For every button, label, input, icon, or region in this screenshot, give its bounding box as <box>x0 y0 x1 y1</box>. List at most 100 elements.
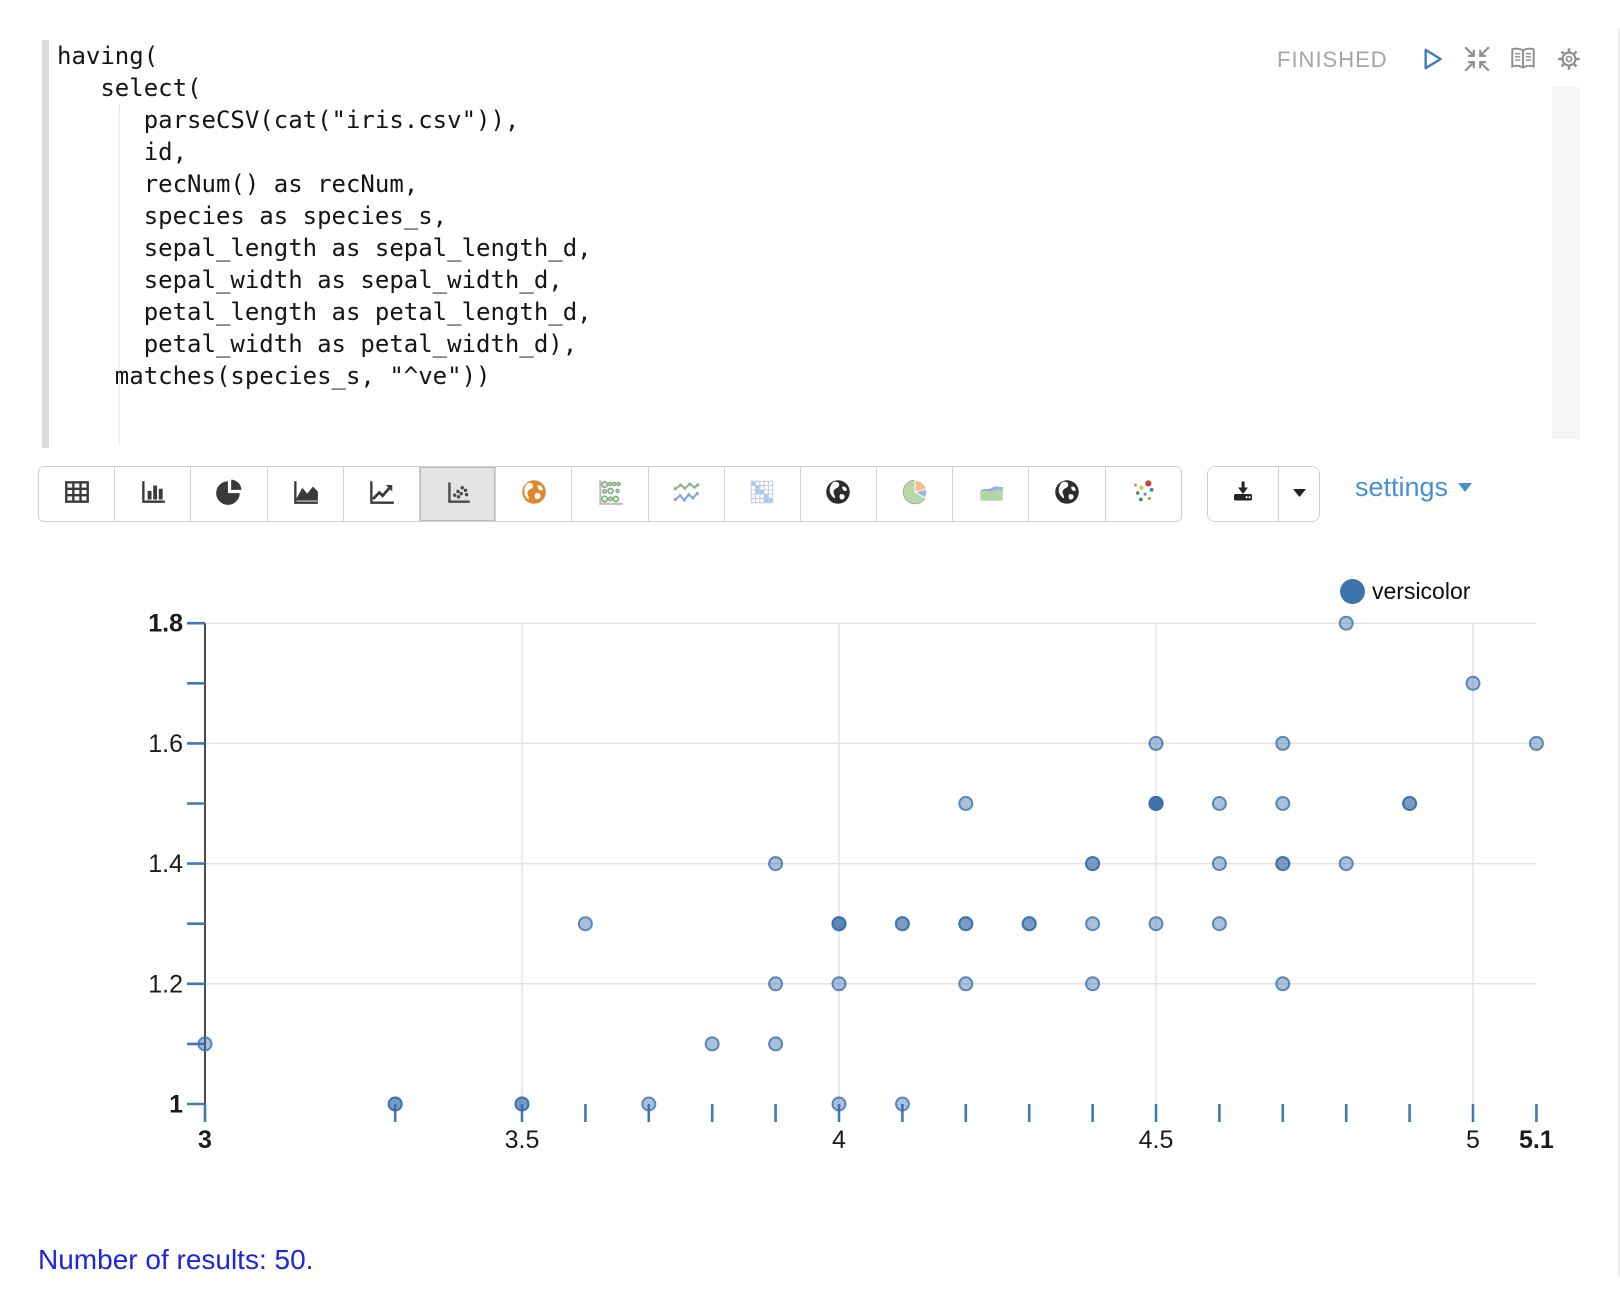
y-axis-label: 1.6 <box>148 730 183 758</box>
data-point[interactable] <box>959 977 972 990</box>
x-axis-label: 5.1 <box>1519 1126 1554 1154</box>
legend-label: versicolor <box>1372 578 1470 605</box>
play-icon[interactable] <box>1416 44 1446 74</box>
settings-control[interactable]: settings <box>1355 472 1473 503</box>
toolbar-globe-dark-button[interactable] <box>801 467 877 521</box>
download-button[interactable] <box>1208 467 1279 521</box>
data-point[interactable] <box>1403 797 1416 810</box>
line-chart-icon <box>366 477 396 512</box>
book-icon[interactable] <box>1508 44 1538 74</box>
chart-type-toolbar <box>38 466 1182 522</box>
toolbar-stacked-area-button[interactable] <box>953 467 1029 521</box>
legend-item-versicolor[interactable]: versicolor <box>1340 578 1470 605</box>
legend-dot-icon <box>1340 579 1365 604</box>
toolbar-color-scatter-button[interactable] <box>1106 467 1181 521</box>
compress-icon[interactable] <box>1462 44 1492 74</box>
data-point[interactable] <box>1340 857 1353 870</box>
y-axis-label: 1.8 <box>148 610 183 638</box>
toolbar-pie-chart-button[interactable] <box>191 467 267 521</box>
scatter-plot-icon <box>443 477 473 512</box>
data-point[interactable] <box>769 1037 782 1050</box>
data-point[interactable] <box>1276 857 1289 870</box>
toolbar-globe-orange-button[interactable] <box>496 467 572 521</box>
data-point[interactable] <box>579 917 592 930</box>
data-point[interactable] <box>896 917 909 930</box>
toolbar-line-chart-button[interactable] <box>344 467 420 521</box>
area-chart-icon <box>290 477 320 512</box>
data-point[interactable] <box>896 1098 909 1111</box>
data-point[interactable] <box>1276 977 1289 990</box>
heatmap-grid-icon <box>747 477 777 512</box>
stacked-area-icon <box>976 477 1006 512</box>
data-point[interactable] <box>199 1037 212 1050</box>
bubble-matrix-icon <box>595 477 625 512</box>
caret-down-icon <box>1292 485 1307 503</box>
x-axis-label: 5 <box>1466 1126 1480 1154</box>
toolbar-pie-pastel-button[interactable] <box>877 467 953 521</box>
data-point[interactable] <box>1150 737 1163 750</box>
data-point[interactable] <box>1276 737 1289 750</box>
data-point[interactable] <box>769 977 782 990</box>
caret-down-icon <box>1457 482 1473 493</box>
toolbar-globe-dark-2-button[interactable] <box>1029 467 1105 521</box>
editor-actions <box>1416 44 1584 74</box>
data-point[interactable] <box>769 857 782 870</box>
x-axis-label: 4.5 <box>1139 1126 1174 1154</box>
toolbar-heatmap-grid-button[interactable] <box>725 467 801 521</box>
bar-chart-icon <box>138 477 168 512</box>
data-point[interactable] <box>959 917 972 930</box>
scatter-chart: 3 3.5 4 4.5 5 5.1 1 1.2 1.4 1.6 1.8 <box>0 540 1620 1200</box>
download-icon <box>1229 478 1257 511</box>
editor-gutter-bar <box>42 40 49 448</box>
export-caret-button[interactable] <box>1279 467 1319 521</box>
x-axis-label: 3 <box>198 1126 212 1154</box>
data-point[interactable] <box>1276 797 1289 810</box>
export-group <box>1207 466 1320 522</box>
toolbar-bubble-matrix-button[interactable] <box>572 467 648 521</box>
data-point[interactable] <box>1150 917 1163 930</box>
data-point[interactable] <box>1086 977 1099 990</box>
data-point[interactable] <box>1086 857 1099 870</box>
toolbar-multi-line-chart-button[interactable] <box>649 467 725 521</box>
globe-dark-icon <box>823 477 853 512</box>
status-badge: FINISHED <box>1277 47 1388 73</box>
data-point[interactable] <box>1213 857 1226 870</box>
data-point[interactable] <box>389 1098 402 1111</box>
y-axis-label: 1.4 <box>148 850 183 878</box>
data-point[interactable] <box>1150 797 1163 810</box>
data-point[interactable] <box>1086 917 1099 930</box>
pie-pastel-icon <box>900 477 930 512</box>
y-axis-label: 1 <box>169 1091 183 1119</box>
table-icon <box>62 477 92 512</box>
data-point[interactable] <box>1340 617 1353 630</box>
data-point[interactable] <box>706 1037 719 1050</box>
code-editor[interactable]: having( select( parseCSV(cat("iris.csv")… <box>57 40 592 392</box>
data-point[interactable] <box>833 977 846 990</box>
data-point[interactable] <box>833 917 846 930</box>
data-point[interactable] <box>1213 797 1226 810</box>
toolbar-area-chart-button[interactable] <box>268 467 344 521</box>
data-point[interactable] <box>1023 917 1036 930</box>
toolbar-bar-chart-button[interactable] <box>115 467 191 521</box>
multi-line-chart-icon <box>671 477 701 512</box>
settings-label: settings <box>1355 472 1448 503</box>
toolbar-scatter-plot-button[interactable] <box>420 467 496 521</box>
y-axis-label: 1.2 <box>148 970 183 998</box>
data-point[interactable] <box>642 1098 655 1111</box>
data-point[interactable] <box>1467 677 1480 690</box>
x-axis-label: 4 <box>832 1126 846 1154</box>
editor-scrollbar[interactable] <box>1552 87 1580 439</box>
color-scatter-icon <box>1128 477 1158 512</box>
globe-orange-icon <box>519 477 549 512</box>
data-point[interactable] <box>1530 737 1543 750</box>
x-axis-label: 3.5 <box>505 1126 540 1154</box>
data-point[interactable] <box>516 1098 529 1111</box>
data-point[interactable] <box>1213 917 1226 930</box>
gear-icon[interactable] <box>1554 44 1584 74</box>
results-count-text: Number of results: 50. <box>38 1244 313 1276</box>
data-point[interactable] <box>833 1098 846 1111</box>
globe-dark-2-icon <box>1052 477 1082 512</box>
toolbar-table-button[interactable] <box>39 467 115 521</box>
pie-chart-icon <box>214 477 244 512</box>
data-point[interactable] <box>959 797 972 810</box>
